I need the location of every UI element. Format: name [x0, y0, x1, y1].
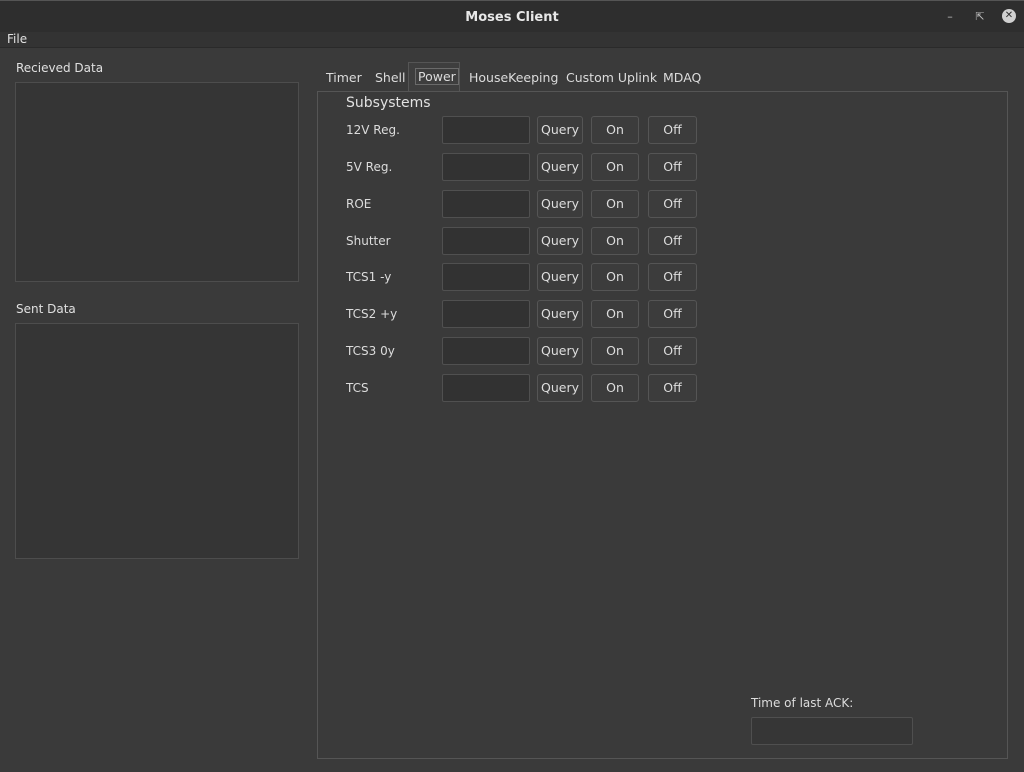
title-bar: Moses Client – ⇱ ✕ [0, 0, 1024, 33]
query-tcs-button[interactable]: Query [537, 374, 583, 402]
off-roe-button[interactable]: Off [648, 190, 697, 218]
on-tcs2-button[interactable]: On [591, 300, 639, 328]
off-5v-reg-button[interactable]: Off [648, 153, 697, 181]
window-title: Moses Client [465, 10, 559, 25]
tab-timer[interactable]: Timer [326, 70, 362, 85]
menu-file[interactable]: File [7, 32, 27, 46]
off-tcs1-button[interactable]: Off [648, 263, 697, 291]
row-label-shutter: Shutter [346, 234, 391, 248]
close-icon[interactable]: ✕ [1002, 9, 1016, 23]
off-tcs-button[interactable]: Off [648, 374, 697, 402]
field-12v-reg[interactable] [442, 116, 530, 144]
query-shutter-button[interactable]: Query [537, 227, 583, 255]
sent-data-area[interactable] [15, 323, 299, 559]
ack-time-field[interactable] [751, 717, 913, 745]
field-tcs[interactable] [442, 374, 530, 402]
row-label-tcs: TCS [346, 381, 369, 395]
off-tcs3-button[interactable]: Off [648, 337, 697, 365]
field-tcs3[interactable] [442, 337, 530, 365]
field-roe[interactable] [442, 190, 530, 218]
ack-time-label: Time of last ACK: [751, 696, 854, 710]
on-tcs-button[interactable]: On [591, 374, 639, 402]
tab-shell[interactable]: Shell [375, 70, 406, 85]
subsystems-title: Subsystems [346, 95, 431, 111]
tab-power-label: Power [415, 68, 459, 85]
row-label-12v-reg: 12V Reg. [346, 123, 400, 137]
received-data-area[interactable] [15, 82, 299, 282]
on-tcs3-button[interactable]: On [591, 337, 639, 365]
off-shutter-button[interactable]: Off [648, 227, 697, 255]
query-12v-reg-button[interactable]: Query [537, 116, 583, 144]
query-tcs2-button[interactable]: Query [537, 300, 583, 328]
query-tcs3-button[interactable]: Query [537, 337, 583, 365]
query-roe-button[interactable]: Query [537, 190, 583, 218]
received-data-label: Recieved Data [16, 61, 104, 75]
field-shutter[interactable] [442, 227, 530, 255]
on-12v-reg-button[interactable]: On [591, 116, 639, 144]
off-tcs2-button[interactable]: Off [648, 300, 697, 328]
field-tcs1[interactable] [442, 263, 530, 291]
tab-custom-uplink[interactable]: Custom Uplink [566, 70, 657, 85]
field-tcs2[interactable] [442, 300, 530, 328]
off-12v-reg-button[interactable]: Off [648, 116, 697, 144]
minimize-icon[interactable]: – [942, 9, 958, 25]
on-shutter-button[interactable]: On [591, 227, 639, 255]
query-tcs1-button[interactable]: Query [537, 263, 583, 291]
row-label-tcs3: TCS3 0y [346, 344, 395, 358]
tab-housekeeping[interactable]: HouseKeeping [469, 70, 558, 85]
tab-mdaq[interactable]: MDAQ [663, 70, 701, 85]
query-5v-reg-button[interactable]: Query [537, 153, 583, 181]
on-tcs1-button[interactable]: On [591, 263, 639, 291]
maximize-icon[interactable]: ⇱ [972, 9, 988, 25]
row-label-tcs1: TCS1 -y [346, 270, 392, 284]
field-5v-reg[interactable] [442, 153, 530, 181]
row-label-roe: ROE [346, 197, 372, 211]
on-5v-reg-button[interactable]: On [591, 153, 639, 181]
sent-data-label: Sent Data [16, 302, 76, 316]
row-label-tcs2: TCS2 +y [346, 307, 398, 321]
menu-bar: File [0, 32, 1024, 48]
on-roe-button[interactable]: On [591, 190, 639, 218]
tab-power[interactable]: Power [408, 62, 460, 92]
row-label-5v-reg: 5V Reg. [346, 160, 393, 174]
